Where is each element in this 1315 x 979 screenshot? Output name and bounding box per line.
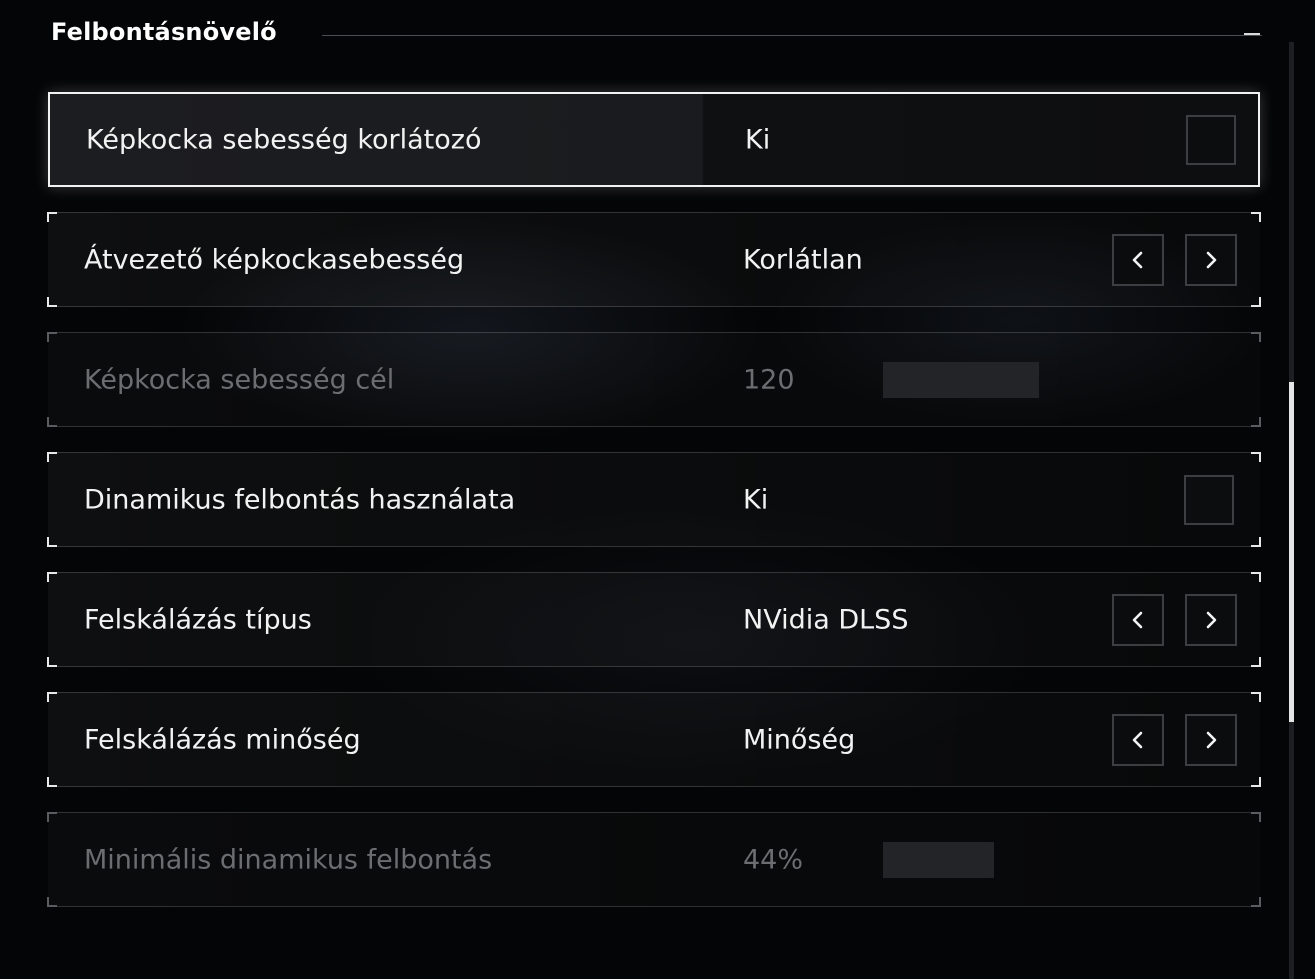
- setting-value: NVidia DLSS: [743, 604, 909, 635]
- setting-label: Átvezető képkockasebesség: [84, 244, 465, 275]
- setting-row-upscaling-quality[interactable]: Felskálázás minőség Minőség: [47, 692, 1261, 787]
- upscaler-settings-page: Felbontásnövelő Képkocka sebesség korlát…: [0, 0, 1315, 979]
- setting-label: Képkocka sebesség korlátozó: [86, 124, 482, 155]
- setting-value: Minőség: [743, 724, 856, 755]
- setting-row-frame-rate-limiter[interactable]: Képkocka sebesség korlátozó Ki: [48, 92, 1260, 187]
- upscaling-quality-prev-button[interactable]: [1112, 713, 1164, 766]
- chevron-right-icon: [1206, 611, 1217, 628]
- section-divider: [322, 35, 1262, 36]
- corner-bracket: [47, 212, 57, 222]
- setting-label: Felskálázás minőség: [84, 724, 361, 755]
- corner-bracket: [47, 417, 57, 427]
- corner-bracket: [1251, 332, 1261, 342]
- corner-bracket: [1251, 417, 1261, 427]
- setting-value: Ki: [743, 484, 769, 515]
- upscaling-type-prev-button[interactable]: [1112, 593, 1164, 646]
- setting-value: Ki: [745, 124, 771, 155]
- cutscene-frame-rate-prev-button[interactable]: [1112, 233, 1164, 286]
- section-title: Felbontásnövelő: [51, 18, 277, 46]
- corner-bracket: [47, 777, 57, 787]
- upscaling-quality-next-button[interactable]: [1185, 713, 1237, 766]
- setting-value: 120: [743, 364, 795, 395]
- corner-bracket: [1251, 212, 1261, 222]
- corner-bracket: [1251, 692, 1261, 702]
- setting-value: Korlátlan: [743, 244, 863, 275]
- setting-row-cutscene-frame-rate[interactable]: Átvezető képkockasebesség Korlátlan: [47, 212, 1261, 307]
- collapse-section-icon[interactable]: [1244, 33, 1260, 35]
- dynamic-resolution-checkbox[interactable]: [1184, 474, 1234, 525]
- setting-label: Dinamikus felbontás használata: [84, 484, 516, 515]
- setting-row-frame-rate-target: Képkocka sebesség cél 120: [47, 332, 1261, 427]
- corner-bracket: [1251, 657, 1261, 667]
- corner-bracket: [1251, 897, 1261, 907]
- setting-row-upscaling-type[interactable]: Felskálázás típus NVidia DLSS: [47, 572, 1261, 667]
- corner-bracket: [1251, 537, 1261, 547]
- setting-value: 44%: [743, 844, 804, 875]
- corner-bracket: [1251, 572, 1261, 582]
- corner-bracket: [47, 297, 57, 307]
- chevron-left-icon: [1132, 731, 1143, 748]
- corner-bracket: [47, 572, 57, 582]
- corner-bracket: [47, 897, 57, 907]
- frame-rate-target-slider: [883, 361, 1039, 398]
- min-dynamic-resolution-slider: [883, 841, 994, 878]
- corner-bracket: [47, 692, 57, 702]
- corner-bracket: [1251, 297, 1261, 307]
- setting-row-dynamic-resolution[interactable]: Dinamikus felbontás használata Ki: [47, 452, 1261, 547]
- corner-bracket: [1251, 452, 1261, 462]
- setting-label: Képkocka sebesség cél: [84, 364, 395, 395]
- corner-bracket: [47, 537, 57, 547]
- chevron-right-icon: [1206, 251, 1217, 268]
- frame-rate-limiter-checkbox[interactable]: [1186, 114, 1236, 165]
- chevron-right-icon: [1206, 731, 1217, 748]
- corner-bracket: [1251, 812, 1261, 822]
- corner-bracket: [47, 452, 57, 462]
- setting-label: Minimális dinamikus felbontás: [84, 844, 493, 875]
- scrollbar-thumb[interactable]: [1289, 382, 1294, 722]
- corner-bracket: [47, 657, 57, 667]
- corner-bracket: [47, 812, 57, 822]
- chevron-left-icon: [1132, 251, 1143, 268]
- chevron-left-icon: [1132, 611, 1143, 628]
- upscaling-type-next-button[interactable]: [1185, 593, 1237, 646]
- cutscene-frame-rate-next-button[interactable]: [1185, 233, 1237, 286]
- corner-bracket: [1251, 777, 1261, 787]
- setting-row-min-dynamic-resolution: Minimális dinamikus felbontás 44%: [47, 812, 1261, 907]
- setting-label: Felskálázás típus: [84, 604, 312, 635]
- corner-bracket: [47, 332, 57, 342]
